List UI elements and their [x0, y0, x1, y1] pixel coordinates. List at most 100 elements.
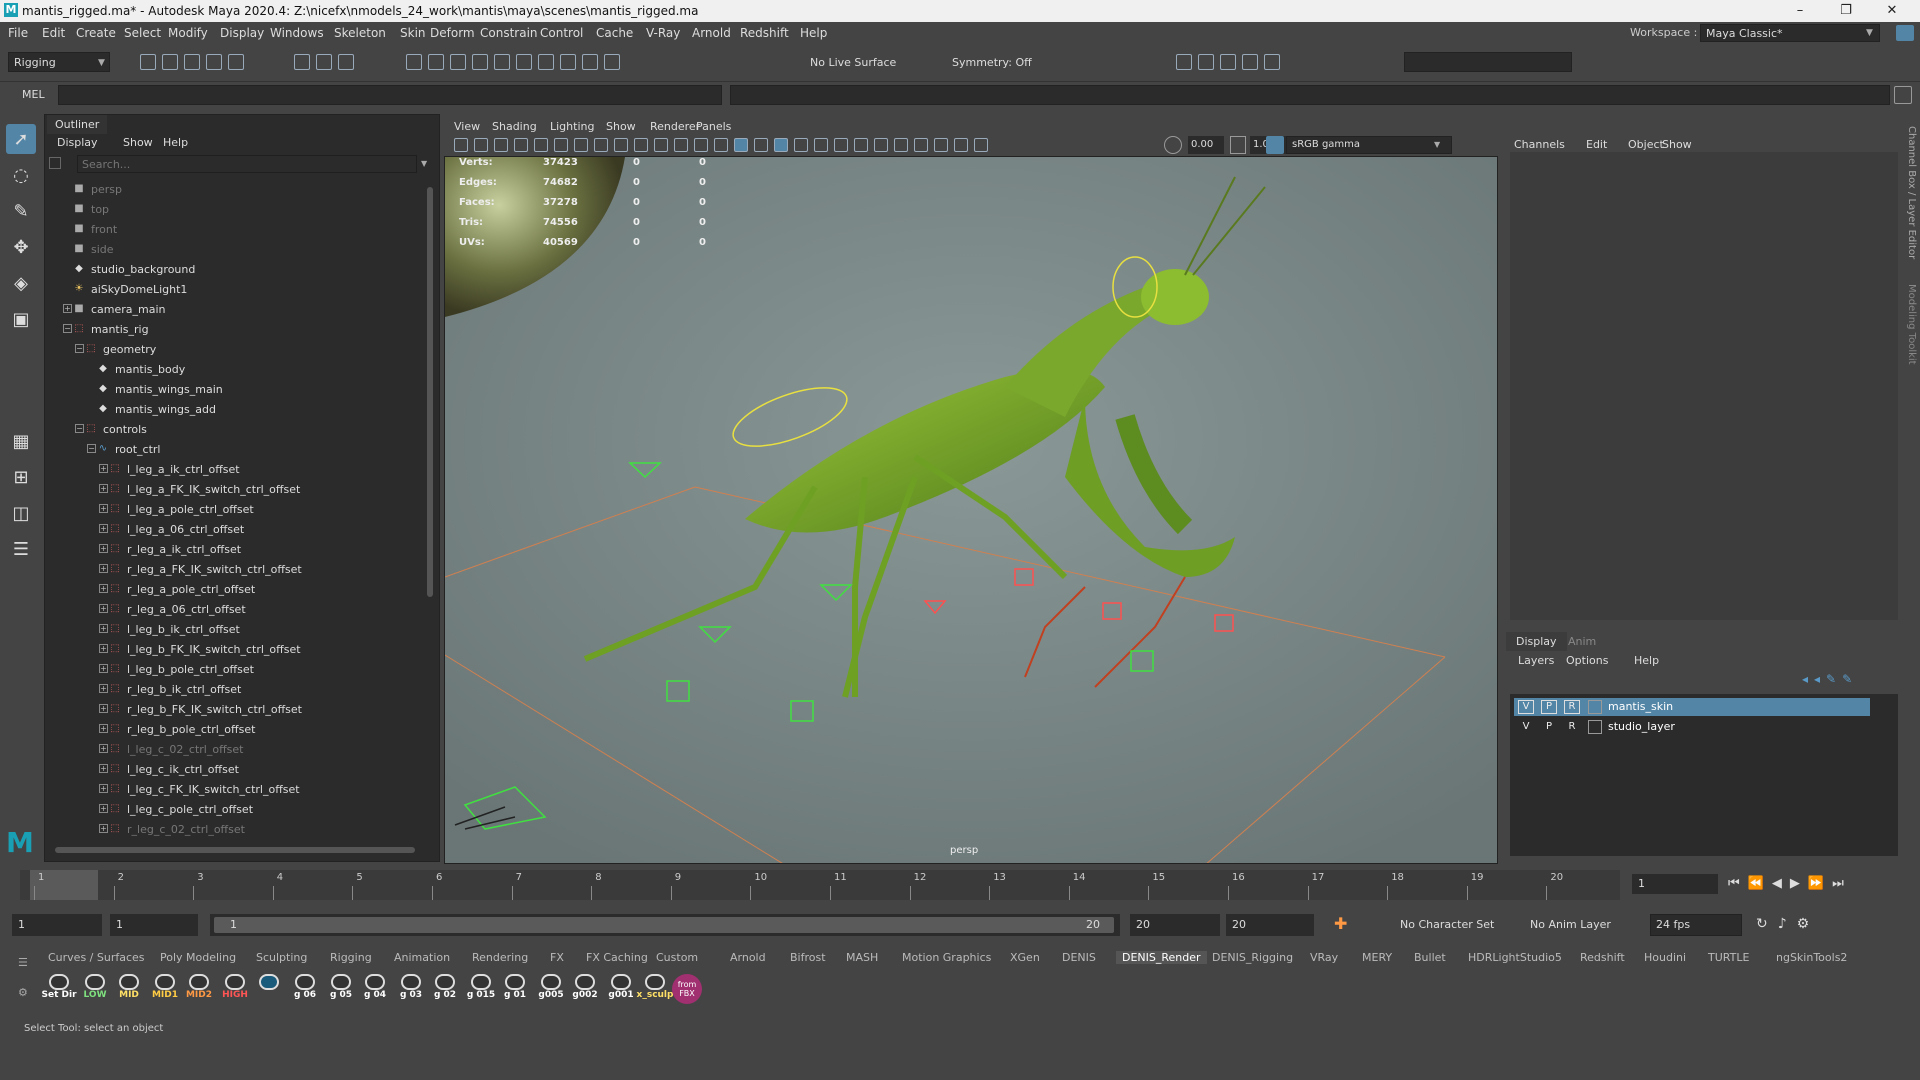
symmetry-label[interactable]: Symmetry: Off — [952, 56, 1032, 69]
script-editor-icon[interactable] — [1894, 86, 1912, 104]
outliner-menu-help[interactable]: Help — [163, 136, 188, 149]
outliner-row[interactable]: ⬚ l_leg_a_FK_IK_switch_ctrl_offset — [109, 479, 300, 499]
outliner-menu-display[interactable]: Display — [57, 136, 98, 149]
color-management-icon[interactable] — [1266, 136, 1284, 154]
gamma-icon[interactable] — [1230, 136, 1246, 154]
shelf-button[interactable]: g001 — [606, 974, 636, 1004]
snap-projected-icon[interactable] — [472, 54, 488, 70]
shelf-tab[interactable]: Rendering — [472, 951, 528, 964]
shelf-tab[interactable]: Houdini — [1644, 951, 1686, 964]
shelf-button[interactable]: MID2 — [184, 974, 214, 1004]
outliner-row[interactable]: ⬚ l_leg_c_pole_ctrl_offset — [109, 799, 253, 819]
menu-control[interactable]: Control — [540, 26, 583, 40]
channelbox-menu-channels[interactable]: Channels — [1514, 138, 1565, 151]
time-ruler[interactable] — [20, 870, 1620, 900]
outliner-row[interactable]: ⬚ l_leg_a_06_ctrl_offset — [109, 519, 244, 539]
lasso-tool-icon[interactable]: ◌ — [6, 160, 36, 190]
outliner-row[interactable]: ⬚ l_leg_c_02_ctrl_offset — [109, 739, 243, 759]
four-view-icon[interactable]: ⊞ — [6, 462, 36, 492]
layer-action-icons[interactable]: ◂◂✎✎ — [1802, 672, 1858, 686]
shelf-tab[interactable]: VRay — [1310, 951, 1338, 964]
layer-menu-layers[interactable]: Layers — [1518, 654, 1554, 667]
viewport-menu-shading[interactable]: Shading — [492, 120, 537, 133]
gear-icon[interactable]: ⚙ — [18, 986, 28, 999]
shelf-tab[interactable]: MASH — [846, 951, 878, 964]
menu-windows[interactable]: Windows — [270, 26, 324, 40]
3d-viewport[interactable]: Verts: 37423 0 0 Edges: 74682 0 0 Faces: 37278 0 0 T… — [444, 156, 1498, 864]
outliner-row[interactable]: ⬚ r_leg_a_pole_ctrl_offset — [109, 579, 255, 599]
layer-r-toggle[interactable]: R — [1564, 720, 1580, 734]
shelf-tab[interactable]: Curves / Surfaces — [48, 951, 145, 964]
shelf-button[interactable]: MID — [114, 974, 144, 1004]
outliner-row[interactable]: ⬚ l_leg_a_pole_ctrl_offset — [109, 499, 253, 519]
snap-curve-icon[interactable] — [428, 54, 444, 70]
viewport-menu-show[interactable]: Show — [606, 120, 636, 133]
scene-end-field[interactable]: 20 — [1226, 914, 1314, 936]
wireframe-on-shaded-icon[interactable] — [774, 138, 788, 152]
film-gate-icon[interactable] — [594, 138, 608, 152]
exposure-field[interactable]: 0.00 — [1188, 136, 1224, 154]
minimize-button[interactable]: – — [1780, 1, 1820, 21]
smooth-shade-icon[interactable] — [734, 138, 748, 152]
outliner-menu-show[interactable]: Show — [123, 136, 153, 149]
xray-icon[interactable] — [954, 138, 968, 152]
snap-surface-icon[interactable] — [494, 54, 510, 70]
snap-center-icon[interactable] — [538, 54, 554, 70]
open-scene-icon[interactable] — [162, 54, 178, 70]
workspace-dropdown[interactable]: Maya Classic* — [1700, 24, 1880, 42]
collapse-icon[interactable]: − — [75, 424, 84, 433]
shelf-button[interactable]: HIGH — [220, 974, 250, 1004]
shelf-button[interactable]: Set Dir — [42, 974, 77, 1004]
select-hierarchy-icon[interactable] — [294, 54, 310, 70]
outliner-row[interactable]: ■ front — [73, 219, 117, 239]
scrollbar-thumb[interactable] — [427, 187, 433, 597]
bookmarks-icon[interactable] — [494, 138, 508, 152]
shelf-tab[interactable]: ngSkinTools2 — [1776, 951, 1847, 964]
depth-of-field-icon[interactable] — [914, 138, 928, 152]
playback-controls[interactable]: ⏮⏪◀▶⏩⏭ — [1728, 876, 1852, 891]
gate-mask-icon[interactable] — [634, 138, 648, 152]
shadows-icon[interactable] — [834, 138, 848, 152]
channel-box-side-tab[interactable]: Channel Box / Layer Editor — [1906, 126, 1917, 259]
shelf-button[interactable]: g 01 — [500, 974, 530, 1004]
layer-p-toggle[interactable]: P — [1541, 720, 1557, 734]
safe-action-icon[interactable] — [674, 138, 688, 152]
range-slider-handle[interactable] — [214, 917, 1114, 933]
menu-vray[interactable]: V-Ray — [646, 26, 680, 40]
shelf-tab[interactable]: Poly Modeling — [160, 951, 236, 964]
shelf-tab[interactable]: FX — [550, 951, 564, 964]
menu-cache[interactable]: Cache — [596, 26, 633, 40]
expand-icon[interactable]: + — [99, 784, 108, 793]
channelbox-menu-edit[interactable]: Edit — [1586, 138, 1607, 151]
expand-icon[interactable]: + — [99, 624, 108, 633]
outliner-tab[interactable]: Outliner — [47, 115, 108, 134]
snap-plane-icon[interactable] — [516, 54, 532, 70]
outliner-scrollbar[interactable] — [425, 179, 435, 839]
new-scene-icon[interactable] — [140, 54, 156, 70]
shelf-button[interactable]: g 015 — [466, 974, 496, 1004]
anim-end-field[interactable]: 20 — [1130, 914, 1220, 936]
scrollbar-thumb[interactable] — [55, 847, 415, 853]
shelf-tab[interactable]: TURTLE — [1708, 951, 1749, 964]
expand-icon[interactable]: + — [99, 464, 108, 473]
maximize-button[interactable]: ❐ — [1826, 1, 1866, 21]
outliner-row[interactable]: ⬚ mantis_rig — [73, 319, 148, 339]
colorspace-dropdown[interactable]: sRGB gamma — [1286, 136, 1452, 154]
lights-icon[interactable] — [814, 138, 828, 152]
command-input[interactable] — [58, 85, 722, 105]
render-settings-icon[interactable] — [1242, 54, 1258, 70]
outliner-row[interactable]: ◆ mantis_body — [97, 359, 185, 379]
select-tool-icon[interactable]: ➚ — [6, 124, 36, 154]
menu-skeleton[interactable]: Skeleton — [334, 26, 386, 40]
outliner-row[interactable]: ■ persp — [73, 179, 122, 199]
modeling-toolkit-side-tab[interactable]: Modeling Toolkit — [1906, 284, 1917, 365]
character-set-dropdown[interactable]: No Character Set — [1400, 918, 1494, 931]
undo-icon[interactable] — [206, 54, 222, 70]
shelf-button[interactable]: x_sculp — [637, 974, 673, 1004]
shelf-tab[interactable]: DENIS_Render — [1116, 951, 1207, 964]
expand-icon[interactable]: + — [99, 524, 108, 533]
shelf-tab[interactable]: MERY — [1362, 951, 1392, 964]
menu-edit[interactable]: Edit — [42, 26, 65, 40]
input-ops-icon[interactable] — [582, 54, 598, 70]
outliner-row[interactable]: ⬚ l_leg_c_FK_IK_switch_ctrl_offset — [109, 779, 299, 799]
